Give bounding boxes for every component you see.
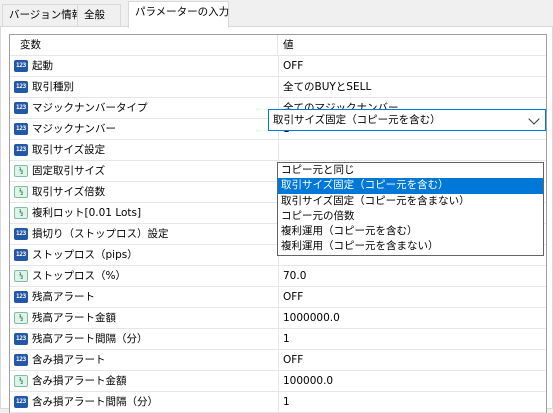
variable-name: 含み損アラート間隔（分） — [32, 396, 158, 408]
value-cell[interactable]: 1 — [280, 392, 546, 412]
dropdown-option[interactable]: 取引サイズ固定（コピー元を含む） — [278, 178, 543, 194]
table-row[interactable]: ½ 残高アラート金額 1000000.0 — [10, 308, 546, 329]
variable-cell[interactable]: 123 残高アラート間隔（分） — [10, 329, 279, 349]
variable-cell[interactable]: 123 取引サイズ設定 — [10, 140, 279, 160]
table-row[interactable]: 123 取引種別 全てのBUYとSELL — [10, 77, 546, 98]
table-row[interactable]: 123 起動 OFF — [10, 56, 546, 77]
variable-cell[interactable]: ½ 複利ロット[0.01 Lots] — [10, 203, 279, 223]
variable-name: マジックナンバー — [32, 123, 116, 135]
column-header-variable[interactable]: 変数 — [10, 35, 278, 55]
variable-cell[interactable]: 123 含み損アラート間隔（分） — [10, 392, 279, 412]
tab-bar: バージョン情報 全般 パラメーターの入力 — [0, 0, 553, 28]
int-icon: 123 — [14, 333, 28, 345]
tab-general[interactable]: 全般 — [77, 4, 121, 26]
variable-cell[interactable]: 123 マジックナンバー — [10, 119, 279, 139]
variable-name: 複利ロット[0.01 Lots] — [32, 207, 142, 219]
value-text: OFF — [283, 60, 304, 72]
int-icon: 123 — [14, 228, 28, 240]
dropdown-option[interactable]: 複利運用（コピー元を含まない） — [278, 239, 543, 254]
variable-cell[interactable]: 123 残高アラート — [10, 287, 279, 307]
variable-cell[interactable]: ½ ストップロス（%） — [10, 266, 279, 286]
int-icon: 123 — [14, 81, 28, 93]
table-row[interactable]: 123 残高アラート OFF — [10, 287, 546, 308]
double-icon: ½ — [14, 165, 28, 177]
table-row[interactable]: 123 取引サイズ設定 — [10, 140, 546, 161]
double-icon: ½ — [14, 312, 28, 324]
variable-cell[interactable]: 123 損切り（ストップロス）設定 — [10, 224, 279, 244]
dropdown-option[interactable]: コピー元と同じ — [278, 163, 543, 178]
combobox-value: 取引サイズ固定（コピー元を含む） — [273, 114, 441, 126]
variable-cell[interactable]: ½ 残高アラート金額 — [10, 308, 279, 328]
chevron-down-icon[interactable] — [528, 113, 540, 125]
value-cell[interactable]: OFF — [280, 56, 546, 76]
int-icon: 123 — [14, 60, 28, 72]
dropdown-option[interactable]: コピー元の倍数 — [278, 209, 543, 224]
variable-cell[interactable]: ½ 含み損アラート金額 — [10, 371, 279, 391]
variable-name: マジックナンバータイプ — [32, 102, 148, 114]
variable-cell[interactable]: 123 起動 — [10, 56, 279, 76]
dropdown-option[interactable]: 複利運用（コピー元を含む） — [278, 224, 543, 239]
dropdown-option[interactable]: 取引サイズ固定（コピー元を含まない） — [278, 194, 543, 209]
int-icon: 123 — [14, 354, 28, 366]
int-icon: 123 — [14, 291, 28, 303]
variable-name: 含み損アラート — [32, 354, 106, 366]
variable-name: 含み損アラート金額 — [32, 375, 127, 387]
variable-name: ストップロス（pips） — [32, 249, 138, 261]
table-row[interactable]: 123 残高アラート間隔（分） 1 — [10, 329, 546, 350]
value-text: 1000000.0 — [283, 312, 340, 324]
variable-name: 固定取引サイズ — [32, 165, 106, 177]
value-text: 100000.0 — [283, 375, 334, 387]
column-header-value[interactable]: 値 — [280, 35, 546, 55]
table-row[interactable]: 123 含み損アラート間隔（分） 1 — [10, 392, 546, 413]
double-icon: ½ — [14, 375, 28, 387]
value-cell[interactable]: OFF — [280, 287, 546, 307]
double-icon: ½ — [14, 270, 28, 282]
value-cell[interactable] — [280, 140, 546, 160]
int-icon: 123 — [14, 249, 28, 261]
int-icon: 123 — [14, 102, 28, 114]
variable-cell[interactable]: 123 取引種別 — [10, 77, 279, 97]
trade-size-setting-combobox[interactable]: 取引サイズ固定（コピー元を含む） — [268, 109, 546, 131]
int-icon: 123 — [14, 144, 28, 156]
double-icon: ½ — [14, 186, 28, 198]
tab-parameter-input[interactable]: パラメーターの入力 — [128, 1, 229, 28]
variable-cell[interactable]: 123 マジックナンバータイプ — [10, 98, 279, 118]
value-text: 1 — [283, 333, 290, 345]
table-row[interactable]: ½ 含み損アラート金額 100000.0 — [10, 371, 546, 392]
grid-header: 変数 値 — [10, 35, 546, 56]
table-row[interactable]: 123 含み損アラート OFF — [10, 350, 546, 371]
value-cell[interactable]: 1 — [280, 329, 546, 349]
value-cell[interactable]: 70.0 — [280, 266, 546, 286]
variable-cell[interactable]: 123 ストップロス（pips） — [10, 245, 279, 265]
variable-name: 残高アラート金額 — [32, 312, 116, 324]
variable-name: 残高アラート — [32, 291, 95, 303]
value-text: OFF — [283, 354, 304, 366]
value-cell[interactable]: 1000000.0 — [280, 308, 546, 328]
variable-name: ストップロス（%） — [32, 270, 126, 282]
variable-name: 残高アラート間隔（分） — [32, 333, 148, 345]
variable-name: 取引サイズ設定 — [32, 144, 106, 156]
value-text: 全てのBUYとSELL — [283, 81, 372, 93]
table-row[interactable]: ½ ストップロス（%） 70.0 — [10, 266, 546, 287]
variable-name: 起動 — [32, 60, 53, 72]
variable-name: 損切り（ストップロス）設定 — [32, 228, 169, 240]
variable-cell[interactable]: 123 含み損アラート — [10, 350, 279, 370]
value-cell[interactable]: 全てのBUYとSELL — [280, 77, 546, 97]
tab-version-info[interactable]: バージョン情報 — [2, 4, 82, 26]
variable-name: 取引サイズ倍数 — [32, 186, 106, 198]
int-icon: 123 — [14, 123, 28, 135]
variable-cell[interactable]: ½ 固定取引サイズ — [10, 161, 279, 181]
value-cell[interactable]: 100000.0 — [280, 371, 546, 391]
value-text: OFF — [283, 291, 304, 303]
value-text: 1 — [283, 396, 290, 408]
value-cell[interactable]: OFF — [280, 350, 546, 370]
variable-cell[interactable]: ½ 取引サイズ倍数 — [10, 182, 279, 202]
int-icon: 123 — [14, 396, 28, 408]
trade-size-dropdown-list: コピー元と同じ 取引サイズ固定（コピー元を含む） 取引サイズ固定（コピー元を含まない… — [277, 162, 544, 256]
double-icon: ½ — [14, 207, 28, 219]
variable-name: 取引種別 — [32, 81, 74, 93]
value-text: 70.0 — [283, 270, 307, 282]
